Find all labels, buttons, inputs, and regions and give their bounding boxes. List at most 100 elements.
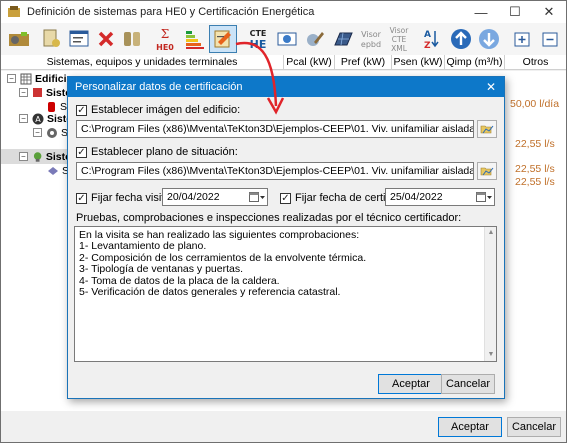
svg-text:HE0: HE0 xyxy=(156,43,174,52)
tool-pipes-icon[interactable] xyxy=(118,25,146,53)
browse-site-plan-button[interactable] xyxy=(477,162,497,180)
move-up-icon[interactable] xyxy=(447,25,475,53)
unit-icon xyxy=(48,166,58,175)
svg-text:Visor: Visor xyxy=(361,30,382,39)
dialog-title: Personalizar datos de certificación xyxy=(75,81,243,93)
collapse-icon[interactable]: − xyxy=(7,74,16,83)
checkbox-checked-icon[interactable]: ✓ xyxy=(76,192,87,204)
collapse-icon[interactable]: − xyxy=(19,114,28,123)
svg-text:A: A xyxy=(35,115,41,124)
main-footer: Aceptar Cancelar xyxy=(1,411,566,442)
building-image-path-field[interactable]: C:\Program Files (x86)\Mventa\TeKton3D\E… xyxy=(76,120,474,138)
tree-column-header: Sistemas, equipos y unidades terminales … xyxy=(1,55,566,70)
svg-text:HE: HE xyxy=(250,38,267,51)
browse-building-image-button[interactable] xyxy=(477,120,497,138)
tree-row[interactable]: − Siste xyxy=(1,149,71,164)
calendar-dropdown-icon[interactable] xyxy=(476,191,492,203)
building-image-label: Establecer imágen del edificio: xyxy=(91,104,241,116)
tool-customize-certificate-icon[interactable] xyxy=(209,25,237,53)
building-icon xyxy=(20,73,32,84)
tree-row[interactable]: − S xyxy=(33,125,68,140)
visit-date-value: 20/04/2022 xyxy=(167,191,220,203)
tool-delete-icon[interactable] xyxy=(92,25,120,53)
tool-solar-panel-icon[interactable] xyxy=(329,25,357,53)
svg-text:Σ: Σ xyxy=(161,27,169,41)
main-accept-button[interactable]: Aceptar xyxy=(438,417,502,437)
column-qimp[interactable]: Qimp (m³/h) xyxy=(445,55,505,69)
column-pcal[interactable]: Pcal (kW) xyxy=(284,55,335,69)
collapse-icon[interactable]: − xyxy=(33,128,42,137)
cert-date-picker[interactable]: 25/04/2022 xyxy=(385,188,495,206)
move-down-icon[interactable] xyxy=(475,25,503,53)
column-pref[interactable]: Pref (kW) xyxy=(335,55,392,69)
main-cancel-button[interactable]: Cancelar xyxy=(507,417,561,437)
checkbox-checked-icon[interactable]: ✓ xyxy=(76,104,87,116)
tool-form-icon[interactable] xyxy=(65,25,93,53)
scroll-up-icon[interactable]: ▲ xyxy=(487,229,495,237)
svg-text:Visor: Visor xyxy=(390,26,410,35)
value-cell: 22,55 l/s xyxy=(515,163,555,175)
svg-text:CTE: CTE xyxy=(250,29,267,38)
column-psen[interactable]: Psen (kW) xyxy=(392,55,445,69)
tool-systems-icon[interactable] xyxy=(5,25,33,53)
tool-document-icon[interactable] xyxy=(37,25,65,53)
maximize-button[interactable]: ☐ xyxy=(498,1,532,23)
collapse-icon[interactable]: − xyxy=(19,152,28,161)
tree-row[interactable]: − A Siste xyxy=(19,111,72,126)
value-cell: 22,55 l/s xyxy=(515,138,555,150)
visit-date-picker[interactable]: 20/04/2022 xyxy=(162,188,268,206)
svg-text:XML: XML xyxy=(391,44,408,53)
visit-date-checkbox[interactable]: ✓ Fijar fecha visita: xyxy=(76,192,174,204)
air-system-icon: A xyxy=(32,113,44,124)
dialog-close-button[interactable]: ✕ xyxy=(478,80,504,94)
notes-label: Pruebas, comprobaciones e inspecciones r… xyxy=(76,212,462,224)
calendar-dropdown-icon[interactable] xyxy=(249,191,265,203)
checkbox-checked-icon[interactable]: ✓ xyxy=(76,146,87,158)
tool-visor-epbd-icon[interactable]: Visor epbd xyxy=(357,25,385,53)
cert-date-value: 25/04/2022 xyxy=(390,191,443,203)
expand-all-icon[interactable] xyxy=(509,25,537,53)
close-button[interactable]: ✕ xyxy=(532,1,566,23)
certification-dialog: Personalizar datos de certificación ✕ ✓ … xyxy=(67,76,505,399)
system-icon xyxy=(33,88,42,97)
notes-line: 5- Verificación de datos generales y ref… xyxy=(79,286,341,299)
notes-line: 3- Tipología de ventanas y puertas. xyxy=(79,263,244,276)
collapse-icon[interactable]: − xyxy=(19,88,28,97)
system-icon xyxy=(33,151,42,162)
minimize-button[interactable]: — xyxy=(464,1,498,23)
column-systems[interactable]: Sistemas, equipos y unidades terminales xyxy=(1,55,284,69)
svg-text:epbd: epbd xyxy=(361,40,381,49)
tool-he0-icon[interactable]: Σ HE0 xyxy=(151,25,179,53)
svg-text:CTE: CTE xyxy=(392,35,407,44)
scroll-down-icon[interactable]: ▼ xyxy=(487,351,495,359)
inspection-notes-textarea[interactable]: En la visita se han realizado las siguie… xyxy=(74,226,497,362)
column-otros[interactable]: Otros xyxy=(505,55,566,69)
tool-energy-rating-icon[interactable] xyxy=(181,25,209,53)
svg-text:A: A xyxy=(424,30,431,40)
site-plan-label: Establecer plano de situación: xyxy=(91,146,238,158)
notes-scrollbar[interactable]: ▲ ▼ xyxy=(484,227,496,361)
value-cell: 22,55 l/s xyxy=(515,176,555,188)
app-icon xyxy=(8,6,20,17)
title-bar: Definición de sistemas para HE0 y Certif… xyxy=(1,1,566,23)
site-plan-path-field[interactable]: C:\Program Files (x86)\Mventa\TeKton3D\E… xyxy=(76,162,474,180)
tool-visor-cte-xml-icon[interactable]: Visor CTE XML xyxy=(385,25,413,53)
value-cell: 50,00 l/día xyxy=(510,98,560,110)
collapse-all-icon[interactable] xyxy=(537,25,565,53)
tree-root[interactable]: − Edificio xyxy=(7,71,73,86)
window-title: Definición de sistemas para HE0 y Certif… xyxy=(27,6,315,18)
site-plan-checkbox[interactable]: ✓ Establecer plano de situación: xyxy=(76,146,238,158)
building-image-checkbox[interactable]: ✓ Establecer imágen del edificio: xyxy=(76,104,240,116)
dialog-accept-button[interactable]: Aceptar xyxy=(378,374,444,394)
tool-pencil-icon[interactable] xyxy=(301,25,329,53)
folder-open-icon xyxy=(480,167,494,176)
sort-az-icon[interactable]: AZ xyxy=(415,25,443,53)
svg-text:Z: Z xyxy=(424,41,431,51)
tool-cte-he-icon[interactable]: CTE HE xyxy=(244,25,272,53)
checkbox-checked-icon[interactable]: ✓ xyxy=(280,192,291,204)
tool-vyp-icon[interactable] xyxy=(273,25,301,53)
toolbar: Σ HE0 CTE HE Visor epbd Visor CTE XML AZ xyxy=(1,23,566,55)
dialog-cancel-button[interactable]: Cancelar xyxy=(441,374,495,394)
gear-icon xyxy=(47,127,57,138)
folder-open-icon xyxy=(480,125,494,134)
